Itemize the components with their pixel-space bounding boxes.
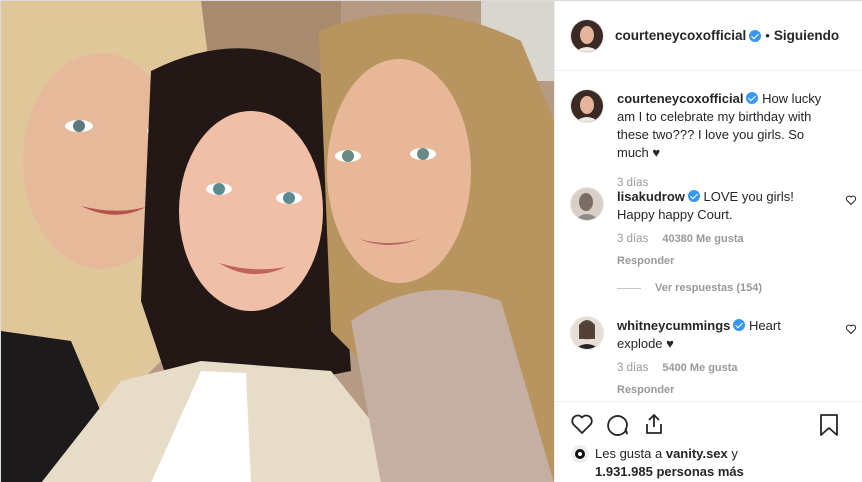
liker-username[interactable]: vanity.sex [666, 446, 728, 461]
selfie-image [1, 1, 554, 482]
comment-username[interactable]: lisakudrow [617, 189, 685, 204]
reply-button[interactable]: Responder [617, 381, 827, 399]
comment-likes[interactable]: 40380 Me gusta [662, 233, 743, 245]
comment-icon [607, 414, 628, 436]
verified-icon [746, 92, 759, 104]
heart-icon [571, 414, 593, 434]
share-icon [646, 413, 662, 434]
verified-icon [749, 29, 762, 42]
post-sidebar: courteneycoxofficial • Siguiendo courten… [554, 1, 862, 482]
likes-mid: y [731, 446, 738, 461]
comment-item: whitneycummings Heart explode ♥ 3 días 54… [571, 317, 857, 402]
bookmark-icon [820, 414, 838, 436]
view-replies-label: Ver respuestas (154) [655, 282, 763, 294]
heart-icon[interactable] [845, 194, 857, 206]
comment-likes[interactable]: 5400 Me gusta [662, 362, 737, 374]
likes-count[interactable]: 1.931.985 personas más [595, 464, 744, 479]
like-button[interactable] [569, 411, 595, 437]
instagram-post: courteneycoxofficial • Siguiendo courten… [0, 0, 862, 482]
heart-icon[interactable] [845, 323, 857, 335]
comments-list[interactable]: courteneycoxofficial How lucky am I to c… [555, 72, 862, 402]
verified-icon [687, 190, 700, 202]
comment-button[interactable] [605, 411, 631, 437]
comment-item: lisakudrow LOVE you girls! Happy happy C… [571, 188, 857, 278]
post-header: courteneycoxofficial • Siguiendo [555, 1, 862, 71]
caption-avatar[interactable] [571, 90, 603, 122]
action-bar [555, 401, 862, 445]
comment-time[interactable]: 3 días [617, 362, 648, 374]
post-photo[interactable] [1, 1, 554, 482]
header-separator: • [765, 28, 770, 43]
liker-avatar[interactable] [571, 445, 589, 463]
author-avatar[interactable] [571, 19, 603, 52]
likes-prefix: Les gusta a [595, 446, 663, 461]
replies-divider [617, 287, 641, 289]
comment-username[interactable]: whitneycummings [617, 318, 730, 333]
comment-meta: 3 días 5400 Me gusta [617, 359, 827, 377]
comment-meta: 3 días 40380 Me gusta [617, 230, 827, 248]
likes-summary: Les gusta a vanity.sex y 1.931.985 perso… [571, 445, 861, 481]
caption: courteneycoxofficial How lucky am I to c… [571, 90, 851, 189]
verified-icon [733, 319, 746, 331]
caption-username[interactable]: courteneycoxofficial [617, 91, 743, 106]
commenter-avatar[interactable] [571, 188, 603, 220]
view-replies-button[interactable]: Ver respuestas (154) [617, 282, 762, 294]
author-username[interactable]: courteneycoxofficial [615, 28, 746, 43]
reply-button[interactable]: Responder [617, 252, 827, 270]
commenter-avatar[interactable] [571, 317, 603, 349]
following-button[interactable]: Siguiendo [774, 28, 839, 43]
share-button[interactable] [641, 411, 667, 437]
save-button[interactable] [816, 412, 842, 438]
comment-time[interactable]: 3 días [617, 233, 648, 245]
